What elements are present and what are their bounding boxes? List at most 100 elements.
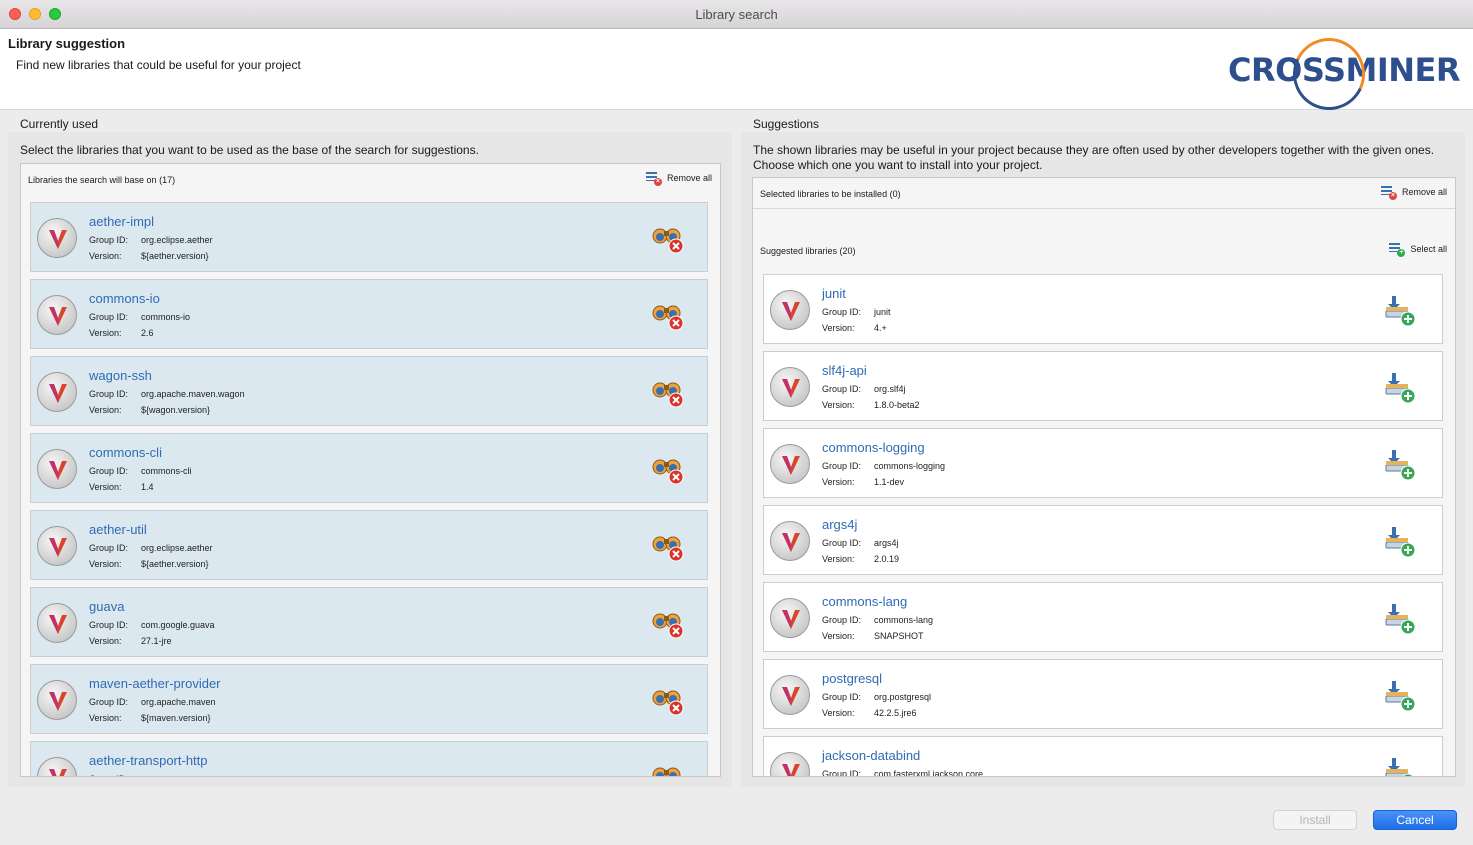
version-value: 1.1-dev: [874, 477, 905, 487]
version-row: Version: 2.6: [89, 328, 154, 338]
used-library-card[interactable]: aether-util Group ID: org.eclipse.aether Ve…: [30, 510, 708, 580]
suggested-library-card[interactable]: commons-logging Group ID: commons-logging V…: [763, 428, 1443, 498]
used-list-header: Libraries the search will base on (17) ×…: [21, 164, 720, 194]
remove-library-icon[interactable]: [651, 531, 685, 563]
group-id-value: com.google.guava: [141, 620, 215, 630]
version-row: Version: SNAPSHOT: [822, 631, 924, 641]
version-label: Version:: [822, 323, 855, 333]
used-library-card[interactable]: maven-aether-provider Group ID: org.apache…: [30, 664, 708, 734]
maven-icon: [770, 444, 810, 484]
used-library-card[interactable]: aether-impl Group ID: org.eclipse.aether Ve…: [30, 202, 708, 272]
remove-library-icon[interactable]: [651, 223, 685, 255]
install-library-icon[interactable]: [1384, 372, 1418, 404]
select-all-icon: +: [1389, 241, 1406, 257]
group-id-label: Group ID:: [822, 615, 862, 625]
remove-library-icon[interactable]: [651, 300, 685, 332]
suggestions-remove-all-button[interactable]: × Remove all: [1380, 184, 1447, 200]
used-library-card[interactable]: commons-io Group ID: commons-io Version: 2.6: [30, 279, 708, 349]
version-label: Version:: [89, 251, 122, 261]
group-id-value: commons-lang: [874, 615, 934, 625]
used-list-count: Libraries the search will base on (17): [28, 175, 176, 185]
currently-used-label: Currently used: [20, 117, 99, 131]
currently-used-description: Select the libraries that you want to be…: [20, 143, 479, 157]
library-name[interactable]: commons-lang: [822, 594, 907, 609]
version-value: ${aether.version}: [141, 251, 209, 261]
crossminer-logo: CROSSMINER: [1228, 27, 1461, 121]
install-library-icon[interactable]: [1384, 603, 1418, 635]
version-row: Version: 1.1-dev: [822, 477, 904, 487]
version-row: Version: ${aether.version}: [89, 559, 209, 569]
suggested-list-header: Suggested libraries (20) + Select all: [753, 235, 1455, 265]
window-title: Library search: [695, 7, 778, 22]
install-library-icon[interactable]: [1384, 295, 1418, 327]
suggested-library-card[interactable]: jackson-databind Group ID: com.fasterxml.j…: [763, 736, 1443, 776]
maven-icon: [37, 295, 77, 335]
install-button[interactable]: Install: [1273, 810, 1357, 830]
suggested-library-card[interactable]: commons-lang Group ID: commons-lang Version…: [763, 582, 1443, 652]
group-id-label: Group ID:: [89, 543, 129, 553]
remove-library-icon[interactable]: [651, 762, 685, 776]
cancel-button[interactable]: Cancel: [1373, 810, 1457, 830]
library-name[interactable]: postgresql: [822, 671, 882, 686]
group-id-row: Group ID: args4j: [822, 538, 899, 548]
library-name[interactable]: wagon-ssh: [89, 368, 152, 383]
used-library-card[interactable]: commons-cli Group ID: commons-cli Version: 1…: [30, 433, 708, 503]
group-id-label: Group ID:: [822, 461, 862, 471]
used-libraries-list[interactable]: Libraries the search will base on (17) ×…: [20, 163, 721, 777]
suggested-library-card[interactable]: junit Group ID: junit Version: 4.+: [763, 274, 1443, 344]
group-id-value: args4j: [874, 538, 899, 548]
library-name[interactable]: slf4j-api: [822, 363, 867, 378]
library-name[interactable]: commons-logging: [822, 440, 925, 455]
library-name[interactable]: aether-transport-http: [89, 753, 208, 768]
install-library-icon[interactable]: [1384, 526, 1418, 558]
used-library-card[interactable]: wagon-ssh Group ID: org.apache.maven.wagon…: [30, 356, 708, 426]
suggested-library-card[interactable]: args4j Group ID: args4j Version: 2.0.19: [763, 505, 1443, 575]
group-id-row: Group ID: org.apache.maven.wagon: [89, 389, 245, 399]
maven-icon: [37, 757, 77, 776]
suggestions-description-line1: The shown libraries may be useful in you…: [753, 143, 1435, 157]
suggestions-list[interactable]: Selected libraries to be installed (0) ×…: [752, 177, 1456, 777]
maven-icon: [770, 367, 810, 407]
group-id-value: commons-io: [141, 312, 191, 322]
remove-library-icon[interactable]: [651, 377, 685, 409]
library-name[interactable]: commons-io: [89, 291, 160, 306]
library-name[interactable]: jackson-databind: [822, 748, 920, 763]
library-name[interactable]: maven-aether-provider: [89, 676, 221, 691]
library-name[interactable]: junit: [822, 286, 846, 301]
suggested-library-card[interactable]: postgresql Group ID: org.postgresql Version…: [763, 659, 1443, 729]
group-id-row: Group ID: com.fasterxml.jackson.core: [822, 769, 983, 776]
maven-icon: [37, 526, 77, 566]
version-label: Version:: [89, 713, 122, 723]
used-remove-all-button[interactable]: × Remove all: [645, 170, 712, 186]
suggestions-remove-all-label: Remove all: [1401, 187, 1447, 197]
library-name[interactable]: args4j: [822, 517, 857, 532]
group-id-row: Group ID: org.apache.maven: [89, 697, 216, 707]
suggested-library-card[interactable]: slf4j-api Group ID: org.slf4j Version: 1.8.0…: [763, 351, 1443, 421]
remove-library-icon[interactable]: [651, 685, 685, 717]
remove-all-icon: ×: [645, 170, 662, 186]
install-library-icon[interactable]: [1384, 449, 1418, 481]
install-library-icon[interactable]: [1384, 680, 1418, 712]
select-all-button[interactable]: + Select all: [1389, 241, 1447, 257]
group-id-row: Group ID:: [89, 774, 141, 776]
remove-library-icon[interactable]: [651, 608, 685, 640]
version-row: Version: 1.4: [89, 482, 154, 492]
version-value: ${maven.version}: [141, 713, 211, 723]
group-id-value: org.postgresql: [874, 692, 932, 702]
group-id-row: Group ID: commons-cli: [89, 466, 192, 476]
remove-all-icon: ×: [1380, 184, 1397, 200]
select-all-label: Select all: [1410, 244, 1447, 254]
version-label: Version:: [822, 708, 855, 718]
version-value: ${aether.version}: [141, 559, 209, 569]
library-name[interactable]: guava: [89, 599, 124, 614]
group-id-label: Group ID:: [89, 466, 129, 476]
version-label: Version:: [89, 559, 122, 569]
library-name[interactable]: commons-cli: [89, 445, 162, 460]
library-name[interactable]: aether-util: [89, 522, 147, 537]
remove-library-icon[interactable]: [651, 454, 685, 486]
library-name[interactable]: aether-impl: [89, 214, 154, 229]
used-library-card[interactable]: aether-transport-httpGroup ID:Version:: [30, 741, 708, 776]
used-library-card[interactable]: guava Group ID: com.google.guava Version: 27…: [30, 587, 708, 657]
suggestions-panel: The shown libraries may be useful in you…: [741, 132, 1465, 787]
install-library-icon[interactable]: [1384, 757, 1418, 776]
